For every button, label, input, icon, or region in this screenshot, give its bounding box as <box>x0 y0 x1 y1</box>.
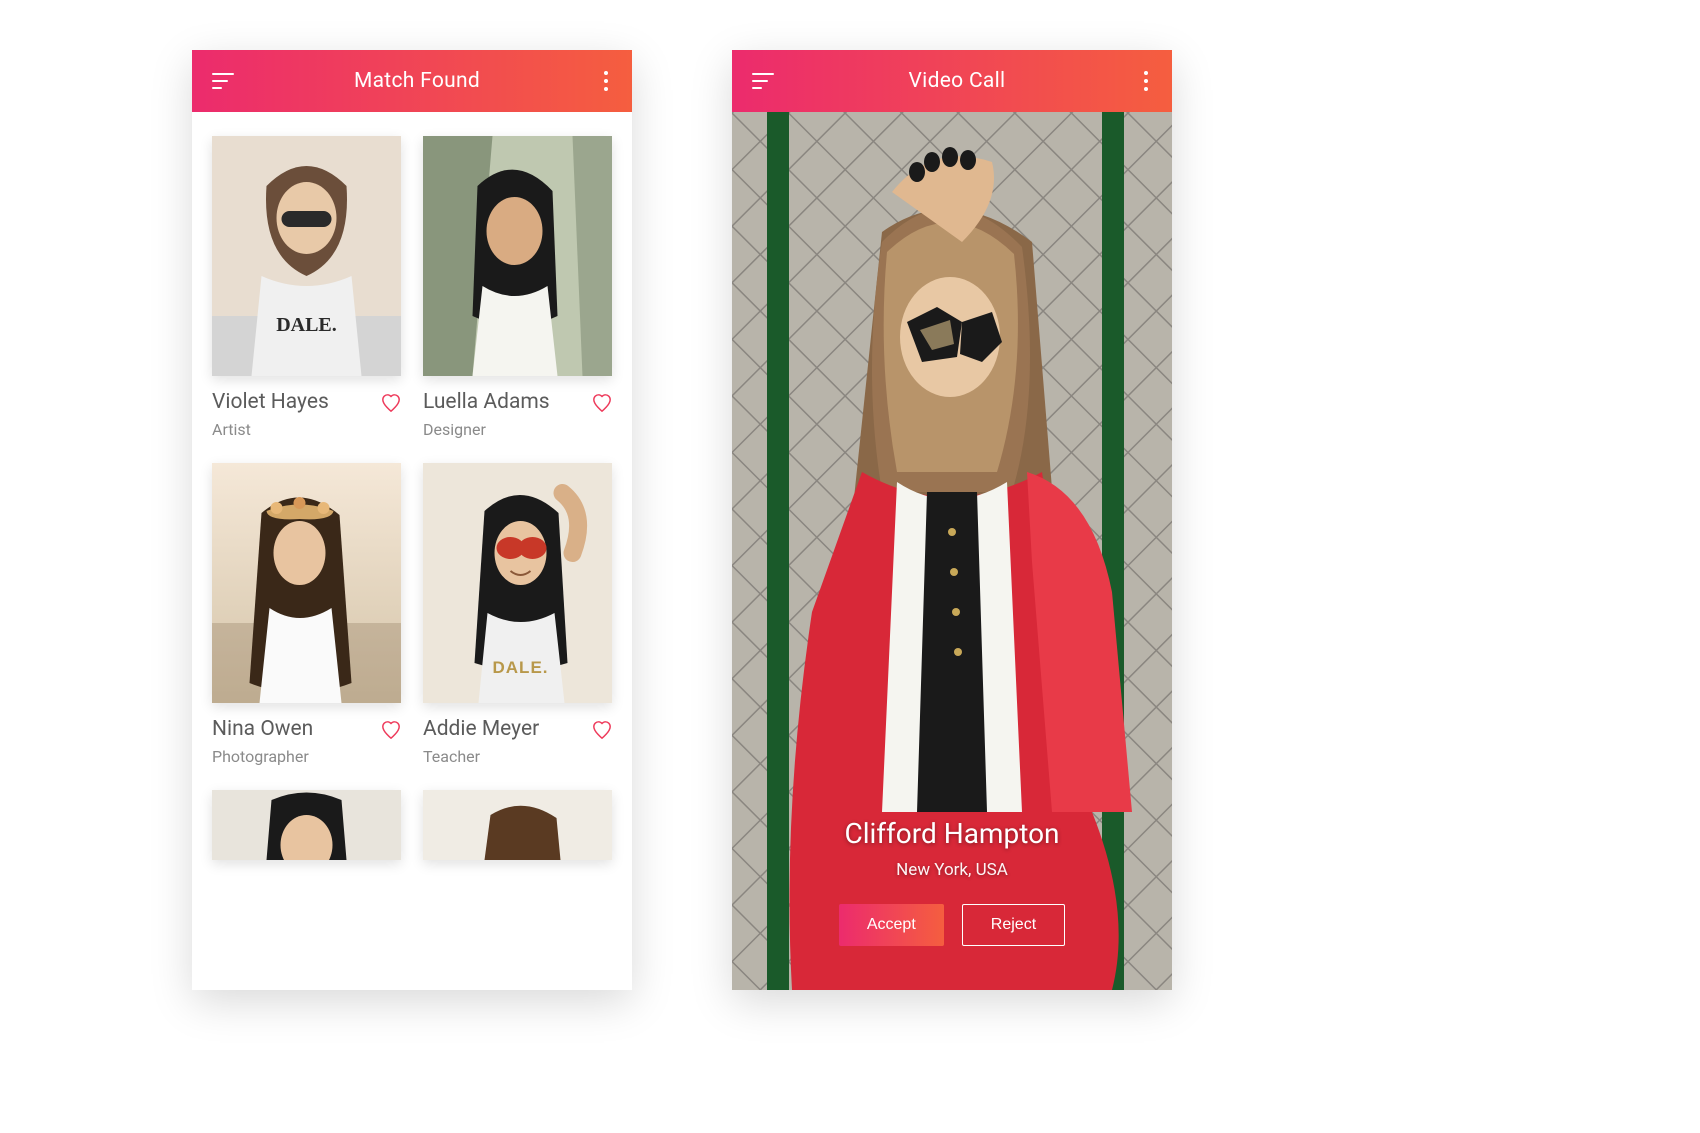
svg-text:DALE.: DALE. <box>493 658 549 677</box>
match-card[interactable]: DALE. Violet Hayes Artist <box>212 136 401 439</box>
caller-info: Clifford Hampton New York, USA <box>732 817 1172 880</box>
header: Video Call <box>732 50 1172 112</box>
video-background: Clifford Hampton New York, USA Accept Re… <box>732 112 1172 990</box>
accept-button[interactable]: Accept <box>839 904 944 946</box>
page-title: Match Found <box>354 69 480 93</box>
profile-photo <box>423 136 612 376</box>
match-name: Addie Meyer <box>423 717 592 741</box>
card-info: Violet Hayes Artist <box>212 376 401 439</box>
card-info: Nina Owen Photographer <box>212 703 401 766</box>
profile-photo <box>423 790 612 860</box>
header: Match Found <box>192 50 632 112</box>
match-card[interactable] <box>212 790 401 860</box>
phone-match-found: Match Found DALE. Violet Hayes <box>192 50 632 990</box>
reject-button[interactable]: Reject <box>962 904 1065 946</box>
match-role: Photographer <box>212 747 381 766</box>
more-icon[interactable] <box>600 67 612 95</box>
profile-photo <box>212 463 401 703</box>
match-grid: DALE. Violet Hayes Artist <box>192 112 632 860</box>
card-info: Luella Adams Designer <box>423 376 612 439</box>
svg-text:DALE.: DALE. <box>276 314 337 336</box>
call-actions: Accept Reject <box>732 904 1172 946</box>
match-role: Teacher <box>423 747 592 766</box>
heart-icon[interactable] <box>381 721 401 739</box>
heart-icon[interactable] <box>592 394 612 412</box>
heart-icon[interactable] <box>381 394 401 412</box>
menu-icon[interactable] <box>752 73 774 89</box>
profile-photo: DALE. <box>423 463 612 703</box>
card-info: Addie Meyer Teacher <box>423 703 612 766</box>
more-icon[interactable] <box>1140 67 1152 95</box>
match-card[interactable]: Nina Owen Photographer <box>212 463 401 766</box>
match-role: Artist <box>212 420 381 439</box>
menu-icon[interactable] <box>212 73 234 89</box>
profile-photo <box>212 790 401 860</box>
caller-name: Clifford Hampton <box>732 817 1172 850</box>
match-name: Luella Adams <box>423 390 592 414</box>
phone-video-call: Video Call <box>732 50 1172 990</box>
caller-location: New York, USA <box>732 860 1172 880</box>
match-name: Violet Hayes <box>212 390 381 414</box>
heart-icon[interactable] <box>592 721 612 739</box>
match-card[interactable]: DALE. Addie Meyer Teacher <box>423 463 612 766</box>
match-name: Nina Owen <box>212 717 381 741</box>
page-title: Video Call <box>909 69 1006 93</box>
match-role: Designer <box>423 420 592 439</box>
match-card[interactable] <box>423 790 612 860</box>
match-card[interactable]: Luella Adams Designer <box>423 136 612 439</box>
profile-photo: DALE. <box>212 136 401 376</box>
